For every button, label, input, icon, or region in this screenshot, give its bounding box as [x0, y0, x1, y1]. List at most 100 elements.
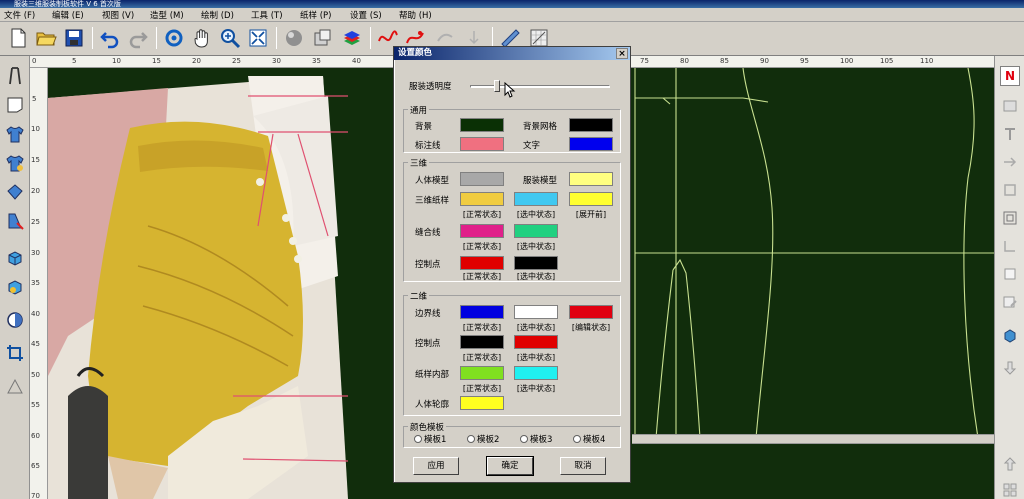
rectangle-icon[interactable] — [1000, 180, 1020, 200]
menu-settings[interactable]: 设置 (S) — [350, 9, 382, 21]
menu-view[interactable]: 视图 (V) — [102, 9, 134, 21]
box-outline-icon[interactable] — [1000, 264, 1020, 284]
cube-blue-icon[interactable] — [1000, 326, 1020, 346]
apply-button[interactable]: 应用 — [413, 457, 459, 475]
state-normal-caption: [正常状态] — [462, 353, 502, 362]
edit-shape-icon[interactable] — [1000, 292, 1020, 312]
text-color-swatch[interactable] — [569, 137, 613, 151]
seam-label: 缝合线 — [415, 228, 441, 238]
body-model-label: 人体模型 — [415, 176, 450, 186]
pattern-block-icon[interactable] — [3, 93, 27, 117]
arrow-down-icon[interactable] — [1000, 358, 1020, 378]
sphere-icon[interactable] — [282, 26, 306, 50]
state-normal-caption: [正常状态] — [462, 210, 502, 219]
seam-normal-swatch[interactable] — [460, 224, 504, 238]
zoom-icon[interactable] — [218, 26, 242, 50]
marker-color-swatch[interactable] — [460, 137, 504, 151]
left-tool-panel — [0, 56, 30, 499]
transparency-slider-thumb[interactable] — [493, 80, 500, 92]
menu-file[interactable]: 文件 (F) — [4, 9, 35, 21]
arrow-up-icon[interactable] — [1000, 454, 1020, 474]
layers-icon[interactable] — [340, 26, 364, 50]
pattern-3d-unfold-swatch[interactable] — [569, 192, 613, 206]
dialog-title-bar[interactable]: 设置颜色 × — [394, 47, 630, 60]
grid-icon[interactable] — [1000, 480, 1020, 499]
diamond-icon[interactable] — [3, 180, 27, 204]
ctrl-3d-normal-swatch[interactable] — [460, 256, 504, 270]
ok-button[interactable]: 确定 — [486, 456, 534, 476]
cancel-button[interactable]: 取消 — [560, 457, 606, 475]
body-outline-label: 人体轮廓 — [415, 400, 450, 410]
menu-pattern[interactable]: 纸样 (P) — [300, 9, 331, 21]
color-template-label: 颜色模板 — [408, 421, 447, 433]
menu-tools[interactable]: 工具 (T) — [251, 9, 283, 21]
state-selected-caption: [选中状态] — [516, 272, 556, 281]
frame-icon[interactable] — [1000, 208, 1020, 228]
fit-window-icon[interactable] — [246, 26, 270, 50]
text-icon[interactable] — [1000, 124, 1020, 144]
pattern-3d-selected-swatch[interactable] — [514, 192, 558, 206]
image-icon[interactable] — [1000, 96, 1020, 116]
seam-selected-swatch[interactable] — [514, 224, 558, 238]
menu-help[interactable]: 帮助 (H) — [399, 9, 432, 21]
rotate-view-icon[interactable] — [162, 26, 186, 50]
horizontal-scrollbar[interactable] — [632, 434, 994, 444]
undo-icon[interactable] — [98, 26, 122, 50]
text-color-label: 文字 — [523, 141, 541, 151]
transform-block-icon[interactable] — [310, 26, 334, 50]
menu-shape[interactable]: 造型 (M) — [150, 9, 184, 21]
template-3-radio[interactable]: 模板3 — [520, 433, 552, 445]
border-normal-swatch[interactable] — [460, 305, 504, 319]
template-2-radio[interactable]: 模板2 — [467, 433, 499, 445]
background-color-swatch[interactable] — [460, 118, 504, 132]
inner-normal-swatch[interactable] — [460, 366, 504, 380]
three-d-group: 三维 人体模型 服装模型 三维纸样 [正常状态] [选中状态] [展开前] 缝合… — [403, 157, 621, 282]
ctrl-3d-label: 控制点 — [415, 260, 441, 270]
border-edit-swatch[interactable] — [569, 305, 613, 319]
background-color-label: 背景 — [415, 122, 433, 132]
cube-icon[interactable] — [3, 246, 27, 270]
body-model-swatch[interactable] — [460, 172, 504, 186]
menu-edit[interactable]: 编辑 (E) — [52, 9, 84, 21]
redo-icon[interactable] — [126, 26, 150, 50]
shirt-edit-icon[interactable] — [3, 151, 27, 175]
border-selected-swatch[interactable] — [514, 305, 558, 319]
open-folder-icon[interactable] — [34, 26, 58, 50]
state-normal-caption: [正常状态] — [462, 272, 502, 281]
ctrl-2d-selected-swatch[interactable] — [514, 335, 558, 349]
crop-icon[interactable] — [3, 341, 27, 365]
grid-color-swatch[interactable] — [569, 118, 613, 132]
inner-selected-swatch[interactable] — [514, 366, 558, 380]
measure-angle-icon[interactable] — [3, 374, 27, 398]
ctrl-2d-label: 控制点 — [415, 339, 441, 349]
close-icon[interactable]: × — [616, 48, 628, 59]
save-icon[interactable] — [62, 26, 86, 50]
right-tool-panel: N — [994, 56, 1024, 499]
pattern-3d-normal-swatch[interactable] — [460, 192, 504, 206]
state-normal-caption: [正常状态] — [462, 242, 502, 251]
state-unfolded-caption: [展开前] — [575, 210, 607, 219]
figure-tool-icon[interactable] — [3, 64, 27, 88]
state-normal-caption: [正常状态] — [462, 384, 502, 393]
arrow-right-icon[interactable] — [1000, 152, 1020, 172]
template-4-radio[interactable]: 模板4 — [573, 433, 605, 445]
body-outline-swatch[interactable] — [460, 396, 504, 410]
ctrl-2d-normal-swatch[interactable] — [460, 335, 504, 349]
garment-model-swatch[interactable] — [569, 172, 613, 186]
app-title: 服装三维服装制板软件 V 6 首次版 — [0, 0, 1024, 8]
notation-n-icon[interactable]: N — [1000, 66, 1020, 86]
contrast-icon[interactable] — [3, 308, 27, 332]
template-1-radio[interactable]: 模板1 — [414, 433, 446, 445]
menu-draw[interactable]: 绘制 (D) — [201, 9, 234, 21]
transparency-slider-track[interactable] — [470, 80, 610, 92]
cube-yellow-icon[interactable] — [3, 275, 27, 299]
general-group-label: 通用 — [408, 104, 430, 116]
pattern-wizard-icon[interactable] — [3, 209, 27, 233]
toolbar-separator — [370, 27, 371, 49]
garment-model-label: 服装模型 — [523, 176, 558, 186]
ctrl-3d-selected-swatch[interactable] — [514, 256, 558, 270]
corner-icon[interactable] — [1000, 236, 1020, 256]
pan-hand-icon[interactable] — [190, 26, 214, 50]
new-file-icon[interactable] — [6, 26, 30, 50]
shirt-icon[interactable] — [3, 122, 27, 146]
